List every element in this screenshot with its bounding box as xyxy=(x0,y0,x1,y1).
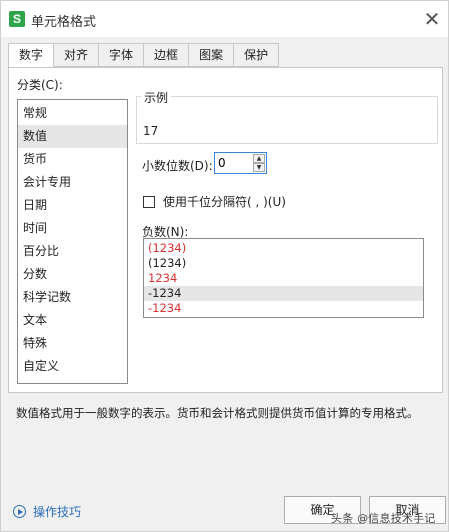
sample-label: 示例 xyxy=(141,89,172,106)
tab-border[interactable]: 边框 xyxy=(143,43,189,67)
negative-numbers-list[interactable]: (1234) (1234) 1234 -1234 -1234 xyxy=(143,238,424,318)
play-circle-icon xyxy=(13,505,26,518)
tab-font[interactable]: 字体 xyxy=(98,43,144,67)
spin-down-icon[interactable]: ▼ xyxy=(253,163,265,172)
category-list[interactable]: 常规 数值 货币 会计专用 日期 时间 百分比 分数 科学记数 文本 特殊 自定… xyxy=(17,99,128,384)
category-item-text[interactable]: 文本 xyxy=(18,309,127,332)
category-item-special[interactable]: 特殊 xyxy=(18,332,127,355)
tab-number[interactable]: 数字 xyxy=(8,43,54,68)
category-item-custom[interactable]: 自定义 xyxy=(18,355,127,378)
spinner: ▲ ▼ xyxy=(253,154,265,172)
watermark: 头条 @信息技术手记 xyxy=(331,512,436,525)
format-cells-dialog: S 单元格格式 ✕ 数字 对齐 字体 边框 图案 保护 分类(C): 常规 数值… xyxy=(0,0,449,532)
thousand-separator-label: 使用千位分隔符( , )(U) xyxy=(163,195,286,209)
category-label: 分类(C): xyxy=(17,78,63,92)
decimal-places-stepper[interactable]: ▲ ▼ xyxy=(214,152,267,174)
format-description: 数值格式用于一般数字的表示。货币和会计格式则提供货币值计算的专用格式。 xyxy=(16,406,419,420)
thousand-separator-checkbox[interactable] xyxy=(143,195,155,208)
tab-pattern[interactable]: 图案 xyxy=(188,43,234,67)
close-icon[interactable]: ✕ xyxy=(420,7,444,31)
category-item-currency[interactable]: 货币 xyxy=(18,148,127,171)
category-item-scientific[interactable]: 科学记数 xyxy=(18,286,127,309)
negative-option-minus[interactable]: -1234 xyxy=(144,286,423,301)
thousand-separator-row[interactable]: 使用千位分隔符( , )(U) xyxy=(143,193,286,210)
title-bar: S 单元格格式 ✕ xyxy=(1,1,448,37)
wps-spreadsheet-icon: S xyxy=(9,11,25,27)
category-item-percentage[interactable]: 百分比 xyxy=(18,240,127,263)
sample-box xyxy=(136,96,438,144)
category-item-general[interactable]: 常规 xyxy=(18,102,127,125)
negative-option-red-minus[interactable]: -1234 xyxy=(144,301,423,316)
negative-option-parentheses[interactable]: (1234) xyxy=(144,256,423,271)
decimal-places-input[interactable] xyxy=(215,153,251,173)
negative-option-red[interactable]: 1234 xyxy=(144,271,423,286)
tips-label: 操作技巧 xyxy=(33,505,82,519)
category-item-number[interactable]: 数值 xyxy=(18,125,127,148)
tab-bar: 数字 对齐 字体 边框 图案 保护 xyxy=(8,43,280,68)
tab-alignment[interactable]: 对齐 xyxy=(53,43,99,67)
dialog-title: 单元格格式 xyxy=(31,15,97,30)
tab-protection[interactable]: 保护 xyxy=(233,43,280,67)
sample-value: 17 xyxy=(143,124,159,138)
category-item-fraction[interactable]: 分数 xyxy=(18,263,127,286)
category-item-date[interactable]: 日期 xyxy=(18,194,127,217)
tips-link[interactable]: 操作技巧 xyxy=(13,503,81,520)
decimal-places-label: 小数位数(D): xyxy=(142,159,213,173)
category-item-time[interactable]: 时间 xyxy=(18,217,127,240)
category-item-accounting[interactable]: 会计专用 xyxy=(18,171,127,194)
number-tab-panel: 分类(C): 常规 数值 货币 会计专用 日期 时间 百分比 分数 科学记数 文… xyxy=(8,67,443,393)
negative-option-red-parentheses[interactable]: (1234) xyxy=(144,241,423,256)
spin-up-icon[interactable]: ▲ xyxy=(253,154,265,163)
